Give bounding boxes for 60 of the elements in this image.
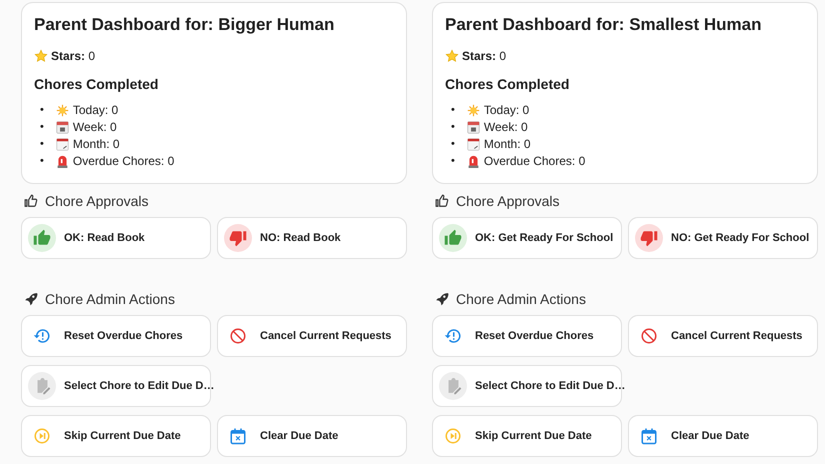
dashboard-title: Parent Dashboard for: Bigger Human	[34, 15, 336, 35]
section-heading: Chore Admin Actions	[456, 291, 586, 307]
section-heading: Chores Completed	[445, 76, 570, 92]
action-button[interactable]: Skip Current Due Date	[21, 415, 211, 457]
action-button[interactable]: Select Chore to Edit Due D…	[432, 365, 622, 407]
list-bullet: •	[451, 103, 455, 118]
action-button[interactable]: Reset Overdue Chores	[21, 315, 211, 357]
list-bullet: •	[451, 137, 455, 152]
stat-text: Today: 0	[72, 102, 118, 119]
thumbs-up-icon	[435, 194, 449, 208]
section-heading: Chore Approvals	[45, 193, 149, 209]
stat-text: Week: 0	[72, 119, 117, 136]
action-button[interactable]: Clear Due Date	[217, 415, 407, 457]
stars-count: Stars: 0	[51, 49, 96, 63]
stat-text: Today: 0	[484, 102, 530, 119]
action-button[interactable]: Skip Current Due Date	[432, 415, 622, 457]
star-icon	[445, 49, 459, 63]
thumbs-up-icon	[24, 194, 38, 208]
thumbs-up-icon	[28, 224, 56, 252]
list-bullet: •	[451, 120, 455, 135]
section-heading: Chore Approvals	[456, 193, 560, 209]
list-bullet: •	[40, 137, 44, 152]
calendar-icon	[56, 121, 69, 134]
list-bullet: •	[40, 154, 44, 169]
thumbs-down-icon	[224, 224, 252, 252]
thumbs-down-icon	[635, 224, 663, 252]
sun-icon	[56, 104, 69, 117]
action-button[interactable]: NO: Read Book	[217, 217, 407, 259]
action-button[interactable]: NO: Get Ready For School	[628, 217, 818, 259]
action-button[interactable]: Cancel Current Requests	[628, 315, 818, 357]
rocket-icon	[435, 292, 449, 306]
list-bullet: •	[451, 154, 455, 169]
star-icon	[34, 49, 48, 63]
list-bullet: •	[40, 103, 44, 118]
list-bullet: •	[40, 120, 44, 135]
clipboard-edit-icon	[28, 372, 56, 400]
stat-text: Month: 0	[484, 136, 531, 153]
rocket-icon	[24, 292, 38, 306]
calendar-icon	[466, 138, 480, 151]
action-button[interactable]: Clear Due Date	[628, 415, 818, 457]
action-button[interactable]: Cancel Current Requests	[217, 315, 407, 357]
alarm-light-icon	[466, 155, 480, 168]
section-heading: Chores Completed	[34, 76, 160, 92]
stat-text: Week: 0	[484, 119, 528, 136]
calendar-icon	[466, 121, 480, 134]
stat-text: Month: 0	[72, 136, 120, 153]
dashboard-title: Parent Dashboard for: Smallest Human	[445, 15, 762, 35]
action-button[interactable]: OK: Get Ready For School	[432, 217, 622, 259]
stat-text: Overdue Chores: 0	[484, 153, 586, 170]
clipboard-edit-icon	[439, 372, 467, 400]
action-button[interactable]: Select Chore to Edit Due D…	[21, 365, 211, 407]
stat-text: Overdue Chores: 0	[72, 153, 174, 170]
section-heading: Chore Admin Actions	[45, 291, 175, 307]
action-button[interactable]: OK: Read Book	[21, 217, 211, 259]
alarm-light-icon	[56, 155, 69, 168]
stars-count: Stars: 0	[462, 49, 506, 63]
action-button[interactable]: Reset Overdue Chores	[432, 315, 622, 357]
thumbs-up-icon	[439, 224, 467, 252]
sun-icon	[466, 104, 480, 117]
calendar-icon	[56, 138, 69, 151]
